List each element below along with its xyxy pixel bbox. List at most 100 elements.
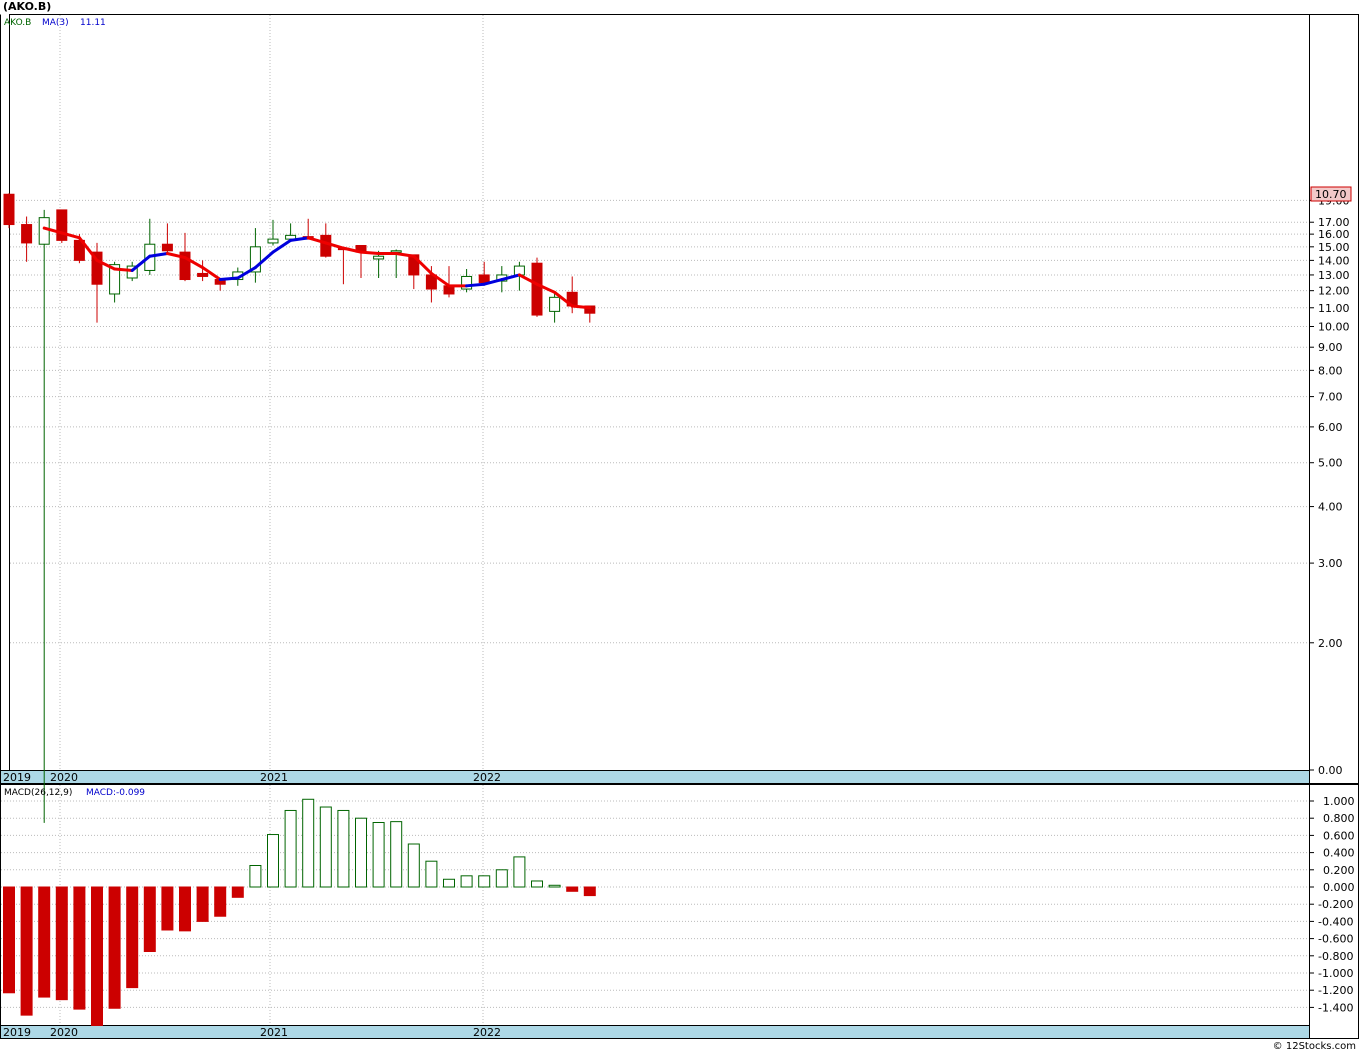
macd-bar — [302, 798, 315, 888]
macd-tick-label: 0.400 — [1323, 847, 1355, 860]
ma-segment — [113, 267, 134, 272]
price-tick-label: 4.00 — [1318, 501, 1343, 514]
candle-body — [21, 224, 33, 244]
macd-tick-label: -1.200 — [1318, 984, 1353, 997]
price-tick-label: 7.00 — [1318, 391, 1343, 404]
macd-bar — [143, 886, 156, 952]
price-panel — [9, 14, 1310, 771]
macd-bar — [214, 886, 227, 917]
macd-tick-label: -0.800 — [1318, 950, 1353, 963]
price-year-label: 2019 — [3, 771, 31, 784]
candle-body — [161, 243, 173, 252]
price-tick-label: 11.00 — [1318, 302, 1350, 315]
ma-segment — [359, 250, 381, 255]
price-tick-label: 10.00 — [1318, 321, 1350, 334]
macd-legend-value: MACD:-0.099 — [86, 788, 145, 798]
macd-bar — [196, 886, 209, 922]
price-tick-label: 2.00 — [1318, 637, 1343, 650]
macd-bar — [460, 875, 473, 888]
candle-body — [267, 238, 279, 244]
price-year-label: 2021 — [260, 771, 288, 784]
stock-chart: 19.0017.0016.0015.0014.0013.0012.0011.00… — [0, 14, 1359, 1039]
price-tick-label: 15.00 — [1318, 241, 1350, 254]
macd-bar — [161, 886, 174, 931]
macd-bar — [425, 860, 438, 888]
candle-body — [38, 217, 50, 245]
macd-bar — [267, 834, 279, 888]
macd-bar — [566, 886, 579, 892]
macd-bar — [548, 884, 561, 888]
price-tick-label: 5.00 — [1318, 457, 1343, 470]
macd-tick-label: 0.000 — [1323, 881, 1355, 894]
macd-bar — [284, 809, 297, 888]
macd-tick-label: 0.200 — [1323, 864, 1355, 877]
macd-tick-label: -0.400 — [1318, 915, 1353, 928]
macd-tick-label: -1.000 — [1318, 967, 1353, 980]
macd-bar — [583, 886, 596, 897]
candle-body — [320, 234, 332, 257]
macd-bar — [179, 886, 191, 932]
macd-tick-label: -1.400 — [1318, 1001, 1353, 1014]
price-legend-ma-label: MA(3) — [42, 18, 69, 28]
macd-bar — [443, 878, 455, 888]
macd-tick-label: 0.600 — [1323, 829, 1355, 842]
price-tick-label: 9.00 — [1318, 341, 1343, 354]
macd-year-label: 2022 — [473, 1026, 501, 1039]
macd-tick-label: -0.600 — [1318, 933, 1353, 946]
ma-segment — [465, 282, 486, 288]
macd-bar — [390, 821, 403, 888]
macd-tick-label: -0.200 — [1318, 898, 1353, 911]
macd-bar — [495, 869, 508, 888]
macd-bar — [249, 865, 262, 888]
macd-legend-label: MACD(26,12,9) — [4, 788, 72, 798]
price-tick-label: 14.00 — [1318, 254, 1350, 267]
macd-bar — [126, 886, 139, 989]
ma-segment — [218, 276, 240, 282]
macd-year-label: 2019 — [3, 1026, 31, 1039]
macd-tick-label: 1.000 — [1323, 795, 1355, 808]
macd-bar — [55, 886, 68, 1001]
price-year-label: 2022 — [473, 771, 501, 784]
macd-bar — [108, 886, 121, 1009]
macd-bar — [231, 886, 244, 898]
ma-segment — [570, 304, 592, 310]
last-price-label: 10.70 — [1315, 188, 1347, 201]
price-legend-ma-value: 11.11 — [80, 18, 106, 28]
price-tick-label: 12.00 — [1318, 285, 1350, 298]
candle-body — [197, 272, 209, 277]
macd-bar — [91, 886, 103, 1026]
candle-body — [373, 255, 385, 260]
macd-bar — [20, 886, 33, 1016]
macd-bar — [531, 880, 543, 888]
macd-bar — [372, 822, 385, 888]
macd-bar — [73, 886, 86, 1010]
candle-body — [478, 274, 490, 284]
candle-body — [549, 296, 561, 312]
macd-bar — [407, 843, 420, 888]
chart-title: (AKO.B) — [3, 0, 52, 13]
price-legend-symbol: AKO.B — [4, 18, 31, 28]
price-time-band — [0, 770, 1310, 784]
macd-tick-label: 0.800 — [1323, 812, 1355, 825]
macd-bar — [355, 817, 367, 888]
macd-year-label: 2020 — [50, 1026, 78, 1039]
macd-bar — [3, 886, 15, 994]
price-tick-label: 13.00 — [1318, 269, 1350, 282]
macd-bar — [478, 875, 491, 888]
candle-body — [56, 209, 68, 241]
price-tick-label: 3.00 — [1318, 557, 1343, 570]
price-tick-label: 6.00 — [1318, 421, 1343, 434]
macd-bar — [38, 886, 51, 998]
price-year-label: 2020 — [50, 771, 78, 784]
site-credit: © 12Stocks.com — [1272, 1041, 1356, 1052]
candle-body — [3, 193, 15, 226]
macd-bar — [513, 856, 526, 888]
candle-body — [531, 262, 543, 316]
price-tick-label: 16.00 — [1318, 228, 1350, 241]
macd-bar — [319, 806, 332, 888]
macd-time-band — [0, 1025, 1310, 1039]
macd-year-label: 2021 — [260, 1026, 288, 1039]
price-tick-label: 0.00 — [1318, 764, 1343, 777]
macd-bar — [337, 809, 350, 888]
price-tick-label: 8.00 — [1318, 364, 1343, 377]
